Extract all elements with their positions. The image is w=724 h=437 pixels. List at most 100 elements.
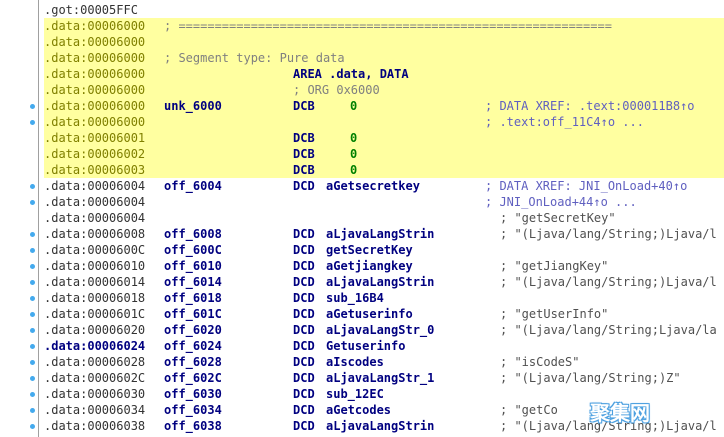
row-operand[interactable]: sub_12EC	[326, 386, 384, 402]
row-label[interactable]: off_6018	[164, 290, 222, 306]
listing-row[interactable]: .data:00006008 off_6008 DCD aLjavaLangStrin…	[44, 226, 724, 242]
row-address: .got:00005FFC	[44, 3, 138, 17]
row-label[interactable]: off_6038	[164, 418, 222, 434]
listing-row[interactable]: .data:00006004 off_6004 DCD aGetsecretkey ; …	[44, 178, 724, 194]
row-directive: DCD	[293, 243, 315, 257]
breakpoint-dot[interactable]	[30, 408, 35, 413]
listing-row[interactable]: .data:00006000 ; Segment type: Pure data	[44, 50, 724, 66]
row-label[interactable]: off_602C	[164, 370, 222, 386]
row-operand[interactable]: getSecretKey	[326, 242, 413, 258]
org-comment: ; ORG 0x6000	[293, 83, 380, 97]
listing-row[interactable]: .data:00006001 DCB 0	[44, 130, 724, 146]
row-operand[interactable]: aLjavaLangStrin	[326, 226, 434, 242]
row-directive: DCD	[293, 339, 315, 353]
listing-row[interactable]: .data:00006000 unk_6000 DCB 0 ; DATA XREF: .…	[44, 98, 724, 114]
row-label[interactable]: off_6008	[164, 226, 222, 242]
row-label[interactable]: off_6010	[164, 258, 222, 274]
breakpoint-dot[interactable]	[30, 360, 35, 365]
breakpoint-dot[interactable]	[30, 328, 35, 333]
row-directive: DCB	[293, 147, 315, 161]
listing-row[interactable]: .data:0000601C off_601C DCD aGetuserinfo ; "…	[44, 306, 724, 322]
breakpoint-dot[interactable]	[30, 280, 35, 285]
row-address: .data:0000602C	[44, 371, 146, 385]
breakpoint-dot[interactable]	[30, 200, 35, 205]
row-label[interactable]: off_600C	[164, 242, 222, 258]
listing-row[interactable]: .data:00006014 off_6014 DCD aLjavaLangStrin…	[44, 274, 724, 290]
row-operand[interactable]: aLjavaLangStr_0	[326, 322, 434, 338]
listing-row[interactable]: .data:00006000 ; ORG 0x6000	[44, 82, 724, 98]
xref-comment[interactable]: ; DATA XREF: JNI_OnLoad+40↑o	[485, 178, 687, 194]
breakpoint-dot[interactable]	[30, 104, 35, 109]
row-label[interactable]: off_6014	[164, 274, 222, 290]
row-operand: 0	[350, 147, 358, 161]
string-comment: ; "getUserInfo"	[500, 307, 609, 321]
row-label[interactable]: off_601C	[164, 306, 222, 322]
row-label[interactable]: off_6024	[164, 338, 222, 354]
row-address: .data:00006001	[44, 131, 146, 145]
row-label[interactable]: off_6020	[164, 322, 222, 338]
breakpoint-dot[interactable]	[30, 392, 35, 397]
row-label[interactable]: off_6030	[164, 386, 222, 402]
string-comment: ; "getSecretKey"	[500, 211, 616, 225]
listing-row[interactable]: .data:00006028 off_6028 DCD aIscodes ; "isCo…	[44, 354, 724, 370]
breakpoint-dot[interactable]	[30, 232, 35, 237]
row-label[interactable]: off_6034	[164, 402, 222, 418]
string-comment: ; "getCo	[500, 403, 558, 417]
listing-row[interactable]: .data:0000600C off_600C DCD getSecretKey	[44, 242, 724, 258]
string-comment: ; "(Ljava/lang/String;)Ljava/l	[500, 275, 717, 289]
row-operand[interactable]: aGetsecretkey	[326, 178, 420, 194]
row-operand[interactable]: aGetcodes	[326, 402, 391, 418]
breakpoint-dot[interactable]	[30, 312, 35, 317]
row-operand[interactable]: aIscodes	[326, 354, 384, 370]
segment-separator: ; ======================================…	[164, 19, 612, 33]
xref-comment[interactable]: ; .text:off_11C4↑o ...	[485, 114, 644, 130]
row-operand: 0	[350, 99, 358, 113]
breakpoint-dot[interactable]	[30, 264, 35, 269]
row-address: .data:00006002	[44, 147, 146, 161]
row-label[interactable]: off_6004	[164, 178, 222, 194]
row-directive: DCD	[293, 355, 315, 369]
row-label[interactable]: unk_6000	[164, 98, 222, 114]
listing-row[interactable]: .data:00006024 off_6024 DCD Getuserinfo	[44, 338, 724, 354]
listing-row[interactable]: .data:00006004 ; JNI_OnLoad+44↑o ...	[44, 194, 724, 210]
row-operand[interactable]: sub_16B4	[326, 290, 384, 306]
row-operand[interactable]: aLjavaLangStr_1	[326, 370, 434, 386]
row-address: .data:00006000	[44, 115, 146, 129]
disassembly-listing[interactable]: .got:00005FFC .data:00006000 ; ===========…	[44, 0, 724, 437]
row-operand[interactable]: aLjavaLangStrin	[326, 418, 434, 434]
xref-comment[interactable]: ; DATA XREF: .text:000011B8↑o	[485, 98, 695, 114]
breakpoint-dot[interactable]	[30, 296, 35, 301]
listing-row[interactable]: .data:00006018 off_6018 DCD sub_16B4	[44, 290, 724, 306]
listing-row[interactable]: .got:00005FFC	[44, 2, 724, 18]
row-directive: DCD	[293, 371, 315, 385]
row-directive: DCD	[293, 275, 315, 289]
listing-row[interactable]: .data:00006002 DCB 0	[44, 146, 724, 162]
xref-comment[interactable]: ; JNI_OnLoad+44↑o ...	[485, 194, 637, 210]
listing-row[interactable]: .data:00006000 AREA .data, DATA	[44, 66, 724, 82]
breakpoint-dot[interactable]	[30, 120, 35, 125]
breakpoint-dot[interactable]	[30, 248, 35, 253]
string-comment: ; "isCodeS"	[500, 355, 580, 369]
listing-gutter[interactable]	[0, 0, 38, 437]
listing-row[interactable]: .data:00006000	[44, 34, 724, 50]
breakpoint-dot[interactable]	[30, 344, 35, 349]
breakpoint-dot[interactable]	[30, 376, 35, 381]
breakpoint-dot[interactable]	[30, 184, 35, 189]
row-address: .data:00006024	[44, 339, 146, 353]
listing-row[interactable]: .data:00006000 ; ========================…	[44, 18, 724, 34]
row-label[interactable]: off_6028	[164, 354, 222, 370]
listing-row[interactable]: .data:00006010 off_6010 DCD aGetjiangkey ; "…	[44, 258, 724, 274]
row-address: .data:0000600C	[44, 243, 146, 257]
string-comment: ; "getJiangKey"	[500, 259, 609, 273]
row-operand[interactable]: aLjavaLangStrin	[326, 274, 434, 290]
listing-row[interactable]: .data:00006003 DCB 0	[44, 162, 724, 178]
breakpoint-dot[interactable]	[30, 424, 35, 429]
row-operand[interactable]: Getuserinfo	[326, 338, 405, 354]
row-operand[interactable]: aGetuserinfo	[326, 306, 413, 322]
row-address: .data:00006008	[44, 227, 146, 241]
row-operand[interactable]: aGetjiangkey	[326, 258, 413, 274]
listing-row[interactable]: .data:00006000 ; .text:off_11C4↑o ...	[44, 114, 724, 130]
listing-row[interactable]: .data:00006020 off_6020 DCD aLjavaLangStr_0…	[44, 322, 724, 338]
listing-row[interactable]: .data:00006004 ; "getSecretKey"	[44, 210, 724, 226]
listing-row[interactable]: .data:0000602C off_602C DCD aLjavaLangStr_1…	[44, 370, 724, 386]
